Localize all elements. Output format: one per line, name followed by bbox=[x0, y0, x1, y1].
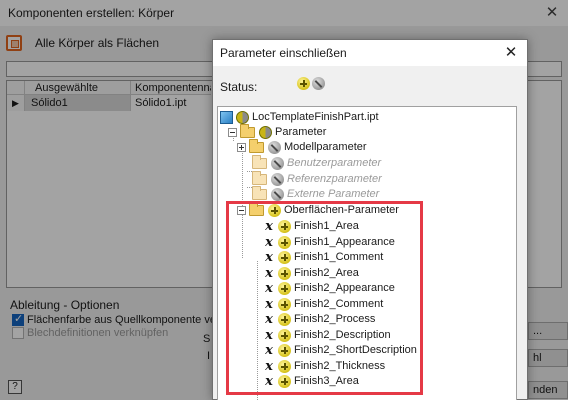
folder-icon bbox=[249, 139, 264, 153]
plus-circle-icon[interactable] bbox=[278, 375, 291, 388]
parameter-name: Finish2_Appearance bbox=[294, 282, 395, 294]
tree-node-user-parameters[interactable]: Benutzerparameter bbox=[252, 155, 382, 171]
tree-node-external-parameters[interactable]: Externe Parameter bbox=[252, 186, 380, 202]
no-entry-icon[interactable] bbox=[312, 77, 325, 90]
folder-icon bbox=[249, 202, 264, 216]
parameter-name: Finish2_Comment bbox=[294, 298, 384, 310]
plus-circle-icon[interactable] bbox=[278, 344, 291, 357]
no-entry-icon[interactable] bbox=[271, 173, 284, 186]
dialog-title: Parameter einschließen bbox=[220, 46, 347, 60]
variable-x-icon: x bbox=[265, 373, 273, 389]
plus-circle-icon[interactable] bbox=[268, 204, 281, 217]
list-item[interactable]: x Finish1_Appearance bbox=[263, 235, 395, 250]
plus-circle-icon[interactable] bbox=[278, 220, 291, 233]
partial-include-icon[interactable] bbox=[259, 126, 272, 139]
plus-circle-icon[interactable] bbox=[278, 251, 291, 264]
parameter-name: Finish2_Thickness bbox=[294, 360, 386, 372]
variable-x-icon: x bbox=[265, 327, 273, 343]
list-item[interactable]: x Finish2_ShortDescription bbox=[263, 343, 417, 358]
parameter-name: Finish2_Area bbox=[294, 267, 359, 279]
no-entry-icon[interactable] bbox=[271, 188, 284, 201]
parameter-name: Finish2_Process bbox=[294, 313, 376, 325]
parameter-name: Finish1_Comment bbox=[294, 251, 384, 263]
plus-circle-icon[interactable] bbox=[278, 267, 291, 280]
tree-node-root[interactable]: LocTemplateFinishPart.ipt bbox=[220, 110, 379, 125]
parameter-name: Finish3_Area bbox=[294, 375, 359, 387]
plus-circle-icon[interactable] bbox=[278, 329, 291, 342]
parameter-tree[interactable]: LocTemplateFinishPart.ipt Parameter Mode… bbox=[217, 106, 517, 400]
tree-node-label: Modellparameter bbox=[284, 141, 367, 153]
tree-node-reference-parameters[interactable]: Referenzparameter bbox=[252, 171, 382, 187]
tree-node-surface-parameters[interactable]: Oberflächen-Parameter bbox=[237, 202, 399, 218]
list-item[interactable]: x Finish1_Area bbox=[263, 219, 359, 234]
close-button[interactable]: ✕ bbox=[499, 42, 523, 64]
variable-x-icon: x bbox=[265, 358, 273, 374]
variable-x-icon: x bbox=[265, 218, 273, 234]
tree-node-label: LocTemplateFinishPart.ipt bbox=[252, 111, 379, 123]
tree-node-label: Oberflächen-Parameter bbox=[284, 204, 399, 216]
dialog-titlebar: Parameter einschließen ✕ bbox=[213, 40, 527, 66]
collapse-icon[interactable] bbox=[228, 128, 237, 137]
variable-x-icon: x bbox=[265, 265, 273, 281]
variable-x-icon: x bbox=[265, 280, 273, 296]
list-item[interactable]: x Finish2_Area bbox=[263, 266, 359, 281]
expand-icon[interactable] bbox=[237, 143, 246, 152]
partial-include-icon[interactable] bbox=[236, 111, 249, 124]
no-entry-icon[interactable] bbox=[268, 141, 281, 154]
variable-x-icon: x bbox=[265, 296, 273, 312]
tree-node-label: Referenzparameter bbox=[287, 173, 382, 185]
list-item[interactable]: x Finish2_Description bbox=[263, 328, 391, 343]
variable-x-icon: x bbox=[265, 249, 273, 265]
tree-node-label: Benutzerparameter bbox=[287, 157, 382, 169]
folder-icon bbox=[252, 171, 267, 185]
variable-x-icon: x bbox=[265, 342, 273, 358]
folder-icon bbox=[252, 186, 267, 200]
include-parameters-dialog: Parameter einschließen ✕ Status: LocTemp… bbox=[212, 39, 528, 400]
variable-x-icon: x bbox=[265, 311, 273, 327]
parameter-name: Finish2_ShortDescription bbox=[294, 344, 417, 356]
parameter-name: Finish2_Description bbox=[294, 329, 391, 341]
plus-circle-icon[interactable] bbox=[278, 313, 291, 326]
no-entry-icon[interactable] bbox=[271, 157, 284, 170]
tree-line bbox=[242, 145, 243, 258]
plus-circle-icon[interactable] bbox=[278, 360, 291, 373]
collapse-icon[interactable] bbox=[237, 206, 246, 215]
list-item[interactable]: x Finish2_Appearance bbox=[263, 281, 395, 296]
tree-line bbox=[257, 261, 258, 400]
folder-icon bbox=[240, 124, 255, 138]
plus-circle-icon[interactable] bbox=[278, 236, 291, 249]
status-label: Status: bbox=[220, 80, 258, 94]
tree-node-label: Externe Parameter bbox=[287, 188, 380, 200]
list-item[interactable]: x Finish2_Process bbox=[263, 312, 375, 327]
plus-circle-icon[interactable] bbox=[278, 282, 291, 295]
plus-circle-icon[interactable] bbox=[278, 298, 291, 311]
folder-icon bbox=[252, 155, 267, 169]
plus-circle-icon[interactable] bbox=[297, 77, 310, 90]
tree-node-parameter[interactable]: Parameter bbox=[228, 124, 327, 140]
parameter-name: Finish1_Appearance bbox=[294, 236, 395, 248]
list-item[interactable]: x Finish1_Comment bbox=[263, 250, 383, 265]
list-item[interactable]: x Finish2_Comment bbox=[263, 297, 383, 312]
list-item[interactable]: x Finish2_Thickness bbox=[263, 359, 385, 374]
tree-node-model-parameters[interactable]: Modellparameter bbox=[237, 139, 367, 155]
tree-node-label: Parameter bbox=[275, 126, 327, 138]
status-icons bbox=[297, 77, 325, 90]
part-file-icon bbox=[220, 111, 233, 124]
parameter-name: Finish1_Area bbox=[294, 220, 359, 232]
variable-x-icon: x bbox=[265, 234, 273, 250]
list-item[interactable]: x Finish3_Area bbox=[263, 374, 359, 389]
